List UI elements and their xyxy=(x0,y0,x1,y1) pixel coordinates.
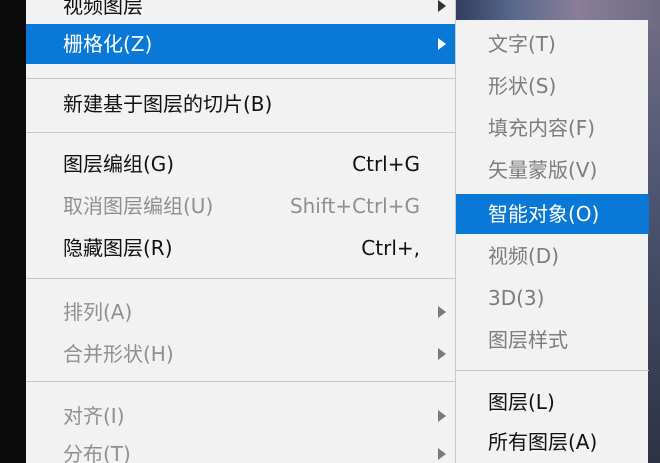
submenu-item-label: 智能对象(O) xyxy=(488,202,600,226)
menu-item-shortcut: Shift+Ctrl+G xyxy=(289,194,420,218)
submenu-item-all-layers[interactable]: 所有图层(A) xyxy=(456,422,649,462)
canvas-left-edge xyxy=(0,0,26,463)
submenu-separator xyxy=(456,370,649,371)
menu-item-shortcut: Ctrl+G xyxy=(352,152,420,176)
menu-item-label: 隐藏图层(R) xyxy=(63,236,173,260)
menu-item-label: 图层编组(G) xyxy=(63,152,175,176)
menu-item-label: 排列(A) xyxy=(63,300,133,324)
submenu-arrow-icon xyxy=(438,448,446,460)
menu-item-hide-layers[interactable]: 隐藏图层(R) Ctrl+, xyxy=(26,228,456,268)
menu-item-combine-shapes[interactable]: 合并形状(H) xyxy=(26,334,456,374)
submenu-item-label: 填充内容(F) xyxy=(488,116,596,140)
menu-item-align[interactable]: 对齐(I) xyxy=(26,396,456,436)
menu-separator xyxy=(26,132,456,133)
submenu-item-label: 3D(3) xyxy=(488,286,545,310)
submenu-item-fill-content[interactable]: 填充内容(F) xyxy=(456,108,649,148)
menu-item-distribute[interactable]: 分布(T) xyxy=(26,434,456,463)
menu-item-label: 合并形状(H) xyxy=(63,342,174,366)
menu-item-shortcut: Ctrl+, xyxy=(361,236,420,260)
submenu-item-vector-mask[interactable]: 矢量蒙版(V) xyxy=(456,150,649,190)
menu-item-label: 视频图层 xyxy=(63,0,143,18)
menu-item-group-layers[interactable]: 图层编组(G) Ctrl+G xyxy=(26,144,456,184)
submenu-item-label: 视频(D) xyxy=(488,244,560,268)
submenu-item-3d[interactable]: 3D(3) xyxy=(456,278,649,318)
menu-item-rasterize[interactable]: 栅格化(Z) xyxy=(26,24,456,64)
layer-menu: 视频图层 栅格化(Z) 新建基于图层的切片(B) 图层编组(G) Ctrl+G … xyxy=(26,0,456,463)
rasterize-submenu: 文字(T) 形状(S) 填充内容(F) 矢量蒙版(V) 智能对象(O) 视频(D… xyxy=(455,20,649,463)
submenu-arrow-icon xyxy=(438,410,446,422)
submenu-item-label: 文字(T) xyxy=(488,32,556,56)
submenu-item-shape[interactable]: 形状(S) xyxy=(456,66,649,106)
submenu-item-label: 图层(L) xyxy=(488,390,555,414)
menu-item-label: 分布(T) xyxy=(63,442,131,463)
menu-item-ungroup-layers[interactable]: 取消图层编组(U) Shift+Ctrl+G xyxy=(26,186,456,226)
menu-item-new-layer-based-slice[interactable]: 新建基于图层的切片(B) xyxy=(26,84,456,124)
background-canvas-edge xyxy=(648,30,660,463)
submenu-item-label: 矢量蒙版(V) xyxy=(488,158,598,182)
submenu-arrow-icon xyxy=(438,38,446,50)
menu-item-label: 新建基于图层的切片(B) xyxy=(63,92,273,116)
submenu-item-video[interactable]: 视频(D) xyxy=(456,236,649,276)
submenu-item-type[interactable]: 文字(T) xyxy=(456,24,649,64)
menu-item-label: 栅格化(Z) xyxy=(63,32,153,56)
menu-separator xyxy=(26,381,456,382)
menu-item-video-layers[interactable]: 视频图层 xyxy=(26,0,456,26)
submenu-arrow-icon xyxy=(438,348,446,360)
menu-separator xyxy=(26,78,456,79)
submenu-item-layer-style[interactable]: 图层样式 xyxy=(456,320,649,360)
menu-item-label: 取消图层编组(U) xyxy=(63,194,214,218)
submenu-item-label: 形状(S) xyxy=(488,74,557,98)
submenu-item-layer[interactable]: 图层(L) xyxy=(456,382,649,422)
submenu-item-label: 图层样式 xyxy=(488,328,568,352)
submenu-item-smart-object[interactable]: 智能对象(O) xyxy=(456,194,649,234)
menu-item-arrange[interactable]: 排列(A) xyxy=(26,292,456,332)
submenu-arrow-icon xyxy=(438,0,446,12)
submenu-item-label: 所有图层(A) xyxy=(488,430,598,454)
submenu-arrow-icon xyxy=(438,306,446,318)
menu-separator xyxy=(26,278,456,279)
menu-item-label: 对齐(I) xyxy=(63,404,125,428)
